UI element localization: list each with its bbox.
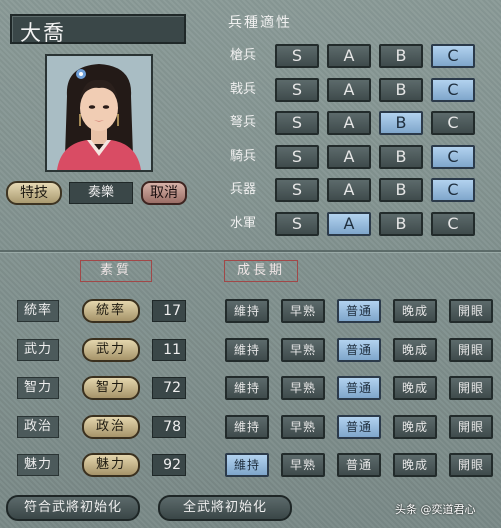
grade-button-s[interactable]: S bbox=[275, 211, 319, 236]
growth-option-button[interactable]: 普通 bbox=[337, 299, 381, 323]
growth-option-button[interactable]: 普通 bbox=[337, 453, 381, 477]
portrait-image bbox=[47, 56, 151, 170]
growth-option-button[interactable]: 晚成 bbox=[393, 299, 437, 323]
attribute-name: 智力 bbox=[17, 377, 59, 399]
grade-button-b[interactable]: B bbox=[379, 77, 423, 102]
grade-button-c[interactable]: C bbox=[431, 111, 475, 135]
attribute-name: 武力 bbox=[17, 338, 59, 361]
growth-option-button[interactable]: 早熟 bbox=[281, 376, 325, 400]
growth-option-button[interactable]: 早熟 bbox=[281, 337, 325, 362]
attribute-value: 92 bbox=[152, 454, 186, 476]
growth-option-button[interactable]: 普通 bbox=[337, 414, 381, 439]
growth-option-button[interactable]: 開眼 bbox=[449, 453, 493, 477]
aptitude-row-label: 槍兵 bbox=[230, 48, 257, 63]
growth-option-button[interactable]: 普通 bbox=[337, 376, 381, 400]
attribute-button[interactable]: 智力 bbox=[82, 376, 140, 400]
grade-button-s[interactable]: S bbox=[275, 77, 319, 102]
growth-option-button[interactable]: 維持 bbox=[225, 337, 269, 362]
attribute-button[interactable]: 魅力 bbox=[82, 453, 140, 477]
growth-option-button[interactable]: 早熟 bbox=[281, 414, 325, 439]
attribute-value: 78 bbox=[152, 415, 186, 438]
aptitude-row-label: 弩兵 bbox=[230, 115, 257, 130]
init-matching-officers-button[interactable]: 符合武將初始化 bbox=[6, 495, 140, 521]
grade-button-a[interactable]: A bbox=[327, 178, 371, 202]
growth-option-button[interactable]: 開眼 bbox=[449, 414, 493, 439]
growth-option-button[interactable]: 開眼 bbox=[449, 299, 493, 323]
attribute-value: 72 bbox=[152, 377, 186, 399]
grade-button-b[interactable]: B bbox=[379, 44, 423, 68]
grade-button-s[interactable]: S bbox=[275, 44, 319, 68]
grade-button-s[interactable]: S bbox=[275, 111, 319, 135]
growth-option-button[interactable]: 維持 bbox=[225, 376, 269, 400]
growth-option-button[interactable]: 普通 bbox=[337, 337, 381, 362]
growth-option-button[interactable]: 開眼 bbox=[449, 376, 493, 400]
growth-option-button[interactable]: 早熟 bbox=[281, 299, 325, 323]
aptitude-row-label: 兵器 bbox=[230, 182, 257, 197]
attribute-button[interactable]: 統率 bbox=[82, 299, 140, 323]
grade-button-s[interactable]: S bbox=[275, 178, 319, 202]
grade-button-s[interactable]: S bbox=[275, 144, 319, 169]
cancel-button[interactable]: 取消 bbox=[141, 181, 187, 205]
aptitude-section-label: 素質 bbox=[80, 260, 152, 282]
grade-button-b[interactable]: B bbox=[379, 211, 423, 236]
growth-option-button[interactable]: 維持 bbox=[225, 299, 269, 323]
grade-button-c[interactable]: C bbox=[431, 44, 475, 68]
growth-option-button[interactable]: 早熟 bbox=[281, 453, 325, 477]
skill-value: 奏樂 bbox=[69, 182, 133, 204]
attribute-name: 統率 bbox=[17, 300, 59, 322]
grade-button-a[interactable]: A bbox=[327, 211, 371, 236]
grade-button-b[interactable]: B bbox=[379, 111, 423, 135]
attribute-value: 17 bbox=[152, 300, 186, 322]
section-divider bbox=[0, 250, 501, 252]
grade-button-a[interactable]: A bbox=[327, 44, 371, 68]
growth-option-button[interactable]: 晚成 bbox=[393, 453, 437, 477]
growth-option-button[interactable]: 晚成 bbox=[393, 414, 437, 439]
grade-button-a[interactable]: A bbox=[327, 77, 371, 102]
grade-button-c[interactable]: C bbox=[431, 211, 475, 236]
growth-option-button[interactable]: 維持 bbox=[225, 414, 269, 439]
aptitude-header: 兵種適性 bbox=[228, 15, 292, 31]
growth-option-button[interactable]: 開眼 bbox=[449, 337, 493, 362]
attribute-name: 魅力 bbox=[17, 454, 59, 476]
skill-button[interactable]: 特技 bbox=[6, 181, 62, 205]
growth-option-button[interactable]: 維持 bbox=[225, 453, 269, 477]
grade-button-a[interactable]: A bbox=[327, 111, 371, 135]
grade-button-c[interactable]: C bbox=[431, 144, 475, 169]
officer-name: 大喬 bbox=[10, 14, 186, 45]
grade-button-c[interactable]: C bbox=[431, 178, 475, 202]
grade-button-b[interactable]: B bbox=[379, 144, 423, 169]
officer-portrait bbox=[45, 54, 153, 172]
aptitude-row-label: 戟兵 bbox=[230, 81, 257, 97]
attribute-button[interactable]: 武力 bbox=[82, 337, 140, 362]
init-all-officers-button[interactable]: 全武將初始化 bbox=[158, 495, 292, 521]
grade-button-b[interactable]: B bbox=[379, 178, 423, 202]
aptitude-row-label: 水軍 bbox=[230, 215, 257, 231]
growth-section-label: 成長期 bbox=[224, 260, 298, 282]
grade-button-a[interactable]: A bbox=[327, 144, 371, 169]
watermark: 头条 @奕道君心 bbox=[395, 503, 476, 516]
growth-option-button[interactable]: 晚成 bbox=[393, 376, 437, 400]
growth-option-button[interactable]: 晚成 bbox=[393, 337, 437, 362]
aptitude-row-label: 騎兵 bbox=[230, 148, 257, 164]
attribute-name: 政治 bbox=[17, 415, 59, 438]
grade-button-c[interactable]: C bbox=[431, 77, 475, 102]
attribute-value: 11 bbox=[152, 338, 186, 361]
attribute-button[interactable]: 政治 bbox=[82, 414, 140, 439]
